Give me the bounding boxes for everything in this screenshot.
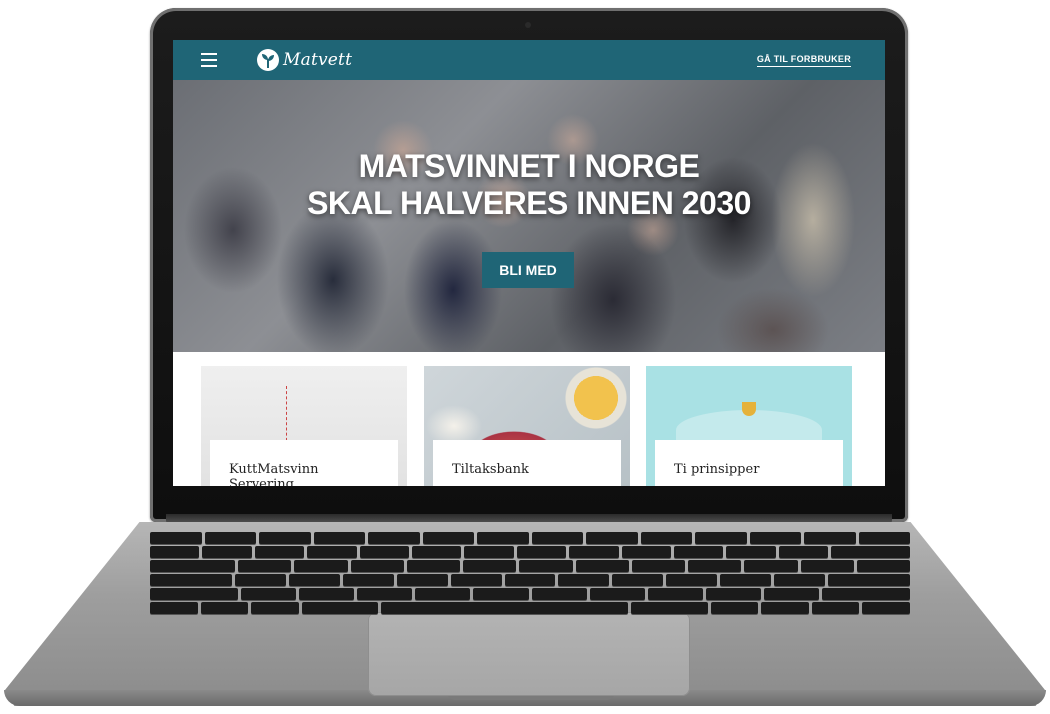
site-header: Matvett GÅ TIL FORBRUKER xyxy=(173,40,885,80)
card-grid: KuttMatsvinn Servering Tiltaksbank Ti pr… xyxy=(201,366,861,486)
cut-line xyxy=(286,386,287,446)
site-logo[interactable]: Matvett xyxy=(257,48,352,72)
card-ti-prinsipper[interactable]: Ti prinsipper xyxy=(646,366,852,486)
card-title: KuttMatsvinn Servering xyxy=(229,462,319,486)
hero-title: MATSVINNET I NORGE SKAL HALVERES INNEN 2… xyxy=(173,148,885,222)
hamburger-menu-icon[interactable] xyxy=(201,53,217,67)
join-button[interactable]: BLI MED xyxy=(482,252,574,288)
consumer-link[interactable]: GÅ TIL FORBRUKER xyxy=(756,54,851,67)
trophy-icon xyxy=(742,402,756,416)
hero-title-line1: MATSVINNET I NORGE xyxy=(358,148,700,184)
hero-title-line2: SKAL HALVERES INNEN 2030 xyxy=(307,185,751,221)
camera xyxy=(525,22,531,28)
card-kuttmatsvinn[interactable]: KuttMatsvinn Servering xyxy=(201,366,407,486)
trackpad xyxy=(368,612,690,696)
screen: Matvett GÅ TIL FORBRUKER MATSVINNET I NO… xyxy=(173,40,885,486)
sprout-logo-icon xyxy=(257,49,279,71)
hero-banner: MATSVINNET I NORGE SKAL HALVERES INNEN 2… xyxy=(173,80,885,352)
logo-text: Matvett xyxy=(283,50,353,70)
card-title: Tiltaksbank xyxy=(452,462,529,477)
card-title: Ti prinsipper xyxy=(674,462,760,477)
keyboard xyxy=(150,532,911,614)
card-tiltaksbank[interactable]: Tiltaksbank xyxy=(424,366,630,486)
